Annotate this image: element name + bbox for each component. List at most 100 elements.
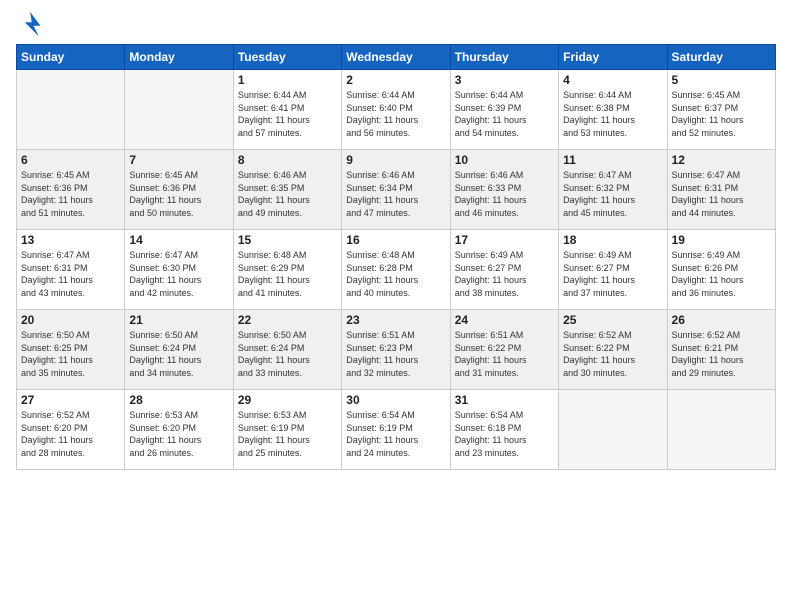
calendar-cell <box>667 390 775 470</box>
day-detail: Sunrise: 6:49 AM Sunset: 6:27 PM Dayligh… <box>563 249 662 299</box>
day-detail: Sunrise: 6:49 AM Sunset: 6:27 PM Dayligh… <box>455 249 554 299</box>
calendar-cell <box>17 70 125 150</box>
day-detail: Sunrise: 6:46 AM Sunset: 6:34 PM Dayligh… <box>346 169 445 219</box>
calendar-cell: 18 Sunrise: 6:49 AM Sunset: 6:27 PM Dayli… <box>559 230 667 310</box>
weekday-header-thursday: Thursday <box>450 45 558 70</box>
calendar-cell: 12 Sunrise: 6:47 AM Sunset: 6:31 PM Dayli… <box>667 150 775 230</box>
day-detail: Sunrise: 6:44 AM Sunset: 6:38 PM Dayligh… <box>563 89 662 139</box>
calendar-cell: 16Sunrise: 6:48 AM Sunset: 6:28 PM Dayli… <box>342 230 450 310</box>
day-number: 30 <box>346 393 445 407</box>
day-number: 16 <box>346 233 445 247</box>
day-detail: Sunrise: 6:44 AM Sunset: 6:39 PM Dayligh… <box>455 89 554 139</box>
day-number: 5 <box>672 73 771 87</box>
calendar-cell: 20 Sunrise: 6:50 AM Sunset: 6:25 PM Dayli… <box>17 310 125 390</box>
day-number: 10 <box>455 153 554 167</box>
calendar-cell: 28 Sunrise: 6:53 AM Sunset: 6:20 PM Dayli… <box>125 390 233 470</box>
day-number: 2 <box>346 73 445 87</box>
day-number: 17 <box>455 233 554 247</box>
day-detail: Sunrise: 6:45 AM Sunset: 6:36 PM Dayligh… <box>129 169 228 219</box>
logo-icon <box>16 10 44 38</box>
day-number: 26 <box>672 313 771 327</box>
day-detail: Sunrise: 6:46 AM Sunset: 6:35 PM Dayligh… <box>238 169 337 219</box>
day-detail: Sunrise: 6:51 AM Sunset: 6:22 PM Dayligh… <box>455 329 554 379</box>
day-detail: Sunrise: 6:50 AM Sunset: 6:24 PM Dayligh… <box>129 329 228 379</box>
day-detail: Sunrise: 6:53 AM Sunset: 6:19 PM Dayligh… <box>238 409 337 459</box>
day-detail: Sunrise: 6:47 AM Sunset: 6:30 PM Dayligh… <box>129 249 228 299</box>
header <box>16 10 776 38</box>
logo <box>16 10 48 38</box>
calendar-cell: 24 Sunrise: 6:51 AM Sunset: 6:22 PM Dayli… <box>450 310 558 390</box>
day-detail: Sunrise: 6:54 AM Sunset: 6:18 PM Dayligh… <box>455 409 554 459</box>
day-detail: Sunrise: 6:52 AM Sunset: 6:21 PM Dayligh… <box>672 329 771 379</box>
day-number: 13 <box>21 233 120 247</box>
calendar-week-row: 6 Sunrise: 6:45 AM Sunset: 6:36 PM Daylig… <box>17 150 776 230</box>
day-number: 29 <box>238 393 337 407</box>
day-detail: Sunrise: 6:51 AM Sunset: 6:23 PM Dayligh… <box>346 329 445 379</box>
day-number: 23 <box>346 313 445 327</box>
day-number: 6 <box>21 153 120 167</box>
day-number: 28 <box>129 393 228 407</box>
calendar-cell: 21 Sunrise: 6:50 AM Sunset: 6:24 PM Dayli… <box>125 310 233 390</box>
day-number: 3 <box>455 73 554 87</box>
day-number: 21 <box>129 313 228 327</box>
day-detail: Sunrise: 6:52 AM Sunset: 6:20 PM Dayligh… <box>21 409 120 459</box>
calendar-week-row: 13Sunrise: 6:47 AM Sunset: 6:31 PM Dayli… <box>17 230 776 310</box>
calendar-week-row: 20 Sunrise: 6:50 AM Sunset: 6:25 PM Dayli… <box>17 310 776 390</box>
weekday-header-wednesday: Wednesday <box>342 45 450 70</box>
day-detail: Sunrise: 6:44 AM Sunset: 6:41 PM Dayligh… <box>238 89 337 139</box>
day-number: 11 <box>563 153 662 167</box>
day-detail: Sunrise: 6:47 AM Sunset: 6:32 PM Dayligh… <box>563 169 662 219</box>
calendar-cell <box>125 70 233 150</box>
day-number: 8 <box>238 153 337 167</box>
day-detail: Sunrise: 6:47 AM Sunset: 6:31 PM Dayligh… <box>672 169 771 219</box>
calendar-cell: 26 Sunrise: 6:52 AM Sunset: 6:21 PM Dayli… <box>667 310 775 390</box>
day-detail: Sunrise: 6:52 AM Sunset: 6:22 PM Dayligh… <box>563 329 662 379</box>
calendar-cell: 5 Sunrise: 6:45 AM Sunset: 6:37 PM Daylig… <box>667 70 775 150</box>
calendar-cell: 29 Sunrise: 6:53 AM Sunset: 6:19 PM Dayli… <box>233 390 341 470</box>
day-detail: Sunrise: 6:53 AM Sunset: 6:20 PM Dayligh… <box>129 409 228 459</box>
calendar-cell: 1 Sunrise: 6:44 AM Sunset: 6:41 PM Daylig… <box>233 70 341 150</box>
day-number: 14 <box>129 233 228 247</box>
day-detail: Sunrise: 6:48 AM Sunset: 6:29 PM Dayligh… <box>238 249 337 299</box>
calendar-cell: 8 Sunrise: 6:46 AM Sunset: 6:35 PM Daylig… <box>233 150 341 230</box>
calendar-cell: 14 Sunrise: 6:47 AM Sunset: 6:30 PM Dayli… <box>125 230 233 310</box>
day-detail: Sunrise: 6:45 AM Sunset: 6:37 PM Dayligh… <box>672 89 771 139</box>
calendar-cell: 22Sunrise: 6:50 AM Sunset: 6:24 PM Dayli… <box>233 310 341 390</box>
calendar-cell: 31 Sunrise: 6:54 AM Sunset: 6:18 PM Dayli… <box>450 390 558 470</box>
calendar-cell: 17 Sunrise: 6:49 AM Sunset: 6:27 PM Dayli… <box>450 230 558 310</box>
day-number: 9 <box>346 153 445 167</box>
calendar-cell: 23 Sunrise: 6:51 AM Sunset: 6:23 PM Dayli… <box>342 310 450 390</box>
calendar-cell: 25 Sunrise: 6:52 AM Sunset: 6:22 PM Dayli… <box>559 310 667 390</box>
day-detail: Sunrise: 6:54 AM Sunset: 6:19 PM Dayligh… <box>346 409 445 459</box>
day-number: 18 <box>563 233 662 247</box>
day-number: 25 <box>563 313 662 327</box>
day-number: 4 <box>563 73 662 87</box>
day-detail: Sunrise: 6:50 AM Sunset: 6:25 PM Dayligh… <box>21 329 120 379</box>
day-number: 31 <box>455 393 554 407</box>
calendar-week-row: 1 Sunrise: 6:44 AM Sunset: 6:41 PM Daylig… <box>17 70 776 150</box>
calendar-cell: 2Sunrise: 6:44 AM Sunset: 6:40 PM Daylig… <box>342 70 450 150</box>
weekday-header-tuesday: Tuesday <box>233 45 341 70</box>
calendar-cell: 13Sunrise: 6:47 AM Sunset: 6:31 PM Dayli… <box>17 230 125 310</box>
calendar-cell: 9 Sunrise: 6:46 AM Sunset: 6:34 PM Daylig… <box>342 150 450 230</box>
day-detail: Sunrise: 6:49 AM Sunset: 6:26 PM Dayligh… <box>672 249 771 299</box>
day-number: 12 <box>672 153 771 167</box>
calendar-cell: 4 Sunrise: 6:44 AM Sunset: 6:38 PM Daylig… <box>559 70 667 150</box>
day-number: 22 <box>238 313 337 327</box>
calendar-cell: 11 Sunrise: 6:47 AM Sunset: 6:32 PM Dayli… <box>559 150 667 230</box>
day-detail: Sunrise: 6:45 AM Sunset: 6:36 PM Dayligh… <box>21 169 120 219</box>
day-detail: Sunrise: 6:46 AM Sunset: 6:33 PM Dayligh… <box>455 169 554 219</box>
calendar-week-row: 27 Sunrise: 6:52 AM Sunset: 6:20 PM Dayli… <box>17 390 776 470</box>
day-number: 24 <box>455 313 554 327</box>
calendar-cell: 19Sunrise: 6:49 AM Sunset: 6:26 PM Dayli… <box>667 230 775 310</box>
weekday-header-row: SundayMondayTuesdayWednesdayThursdayFrid… <box>17 45 776 70</box>
calendar-cell: 6 Sunrise: 6:45 AM Sunset: 6:36 PM Daylig… <box>17 150 125 230</box>
day-number: 27 <box>21 393 120 407</box>
calendar-cell: 3 Sunrise: 6:44 AM Sunset: 6:39 PM Daylig… <box>450 70 558 150</box>
calendar-cell <box>559 390 667 470</box>
day-number: 20 <box>21 313 120 327</box>
weekday-header-monday: Monday <box>125 45 233 70</box>
day-number: 1 <box>238 73 337 87</box>
calendar-cell: 15Sunrise: 6:48 AM Sunset: 6:29 PM Dayli… <box>233 230 341 310</box>
weekday-header-saturday: Saturday <box>667 45 775 70</box>
